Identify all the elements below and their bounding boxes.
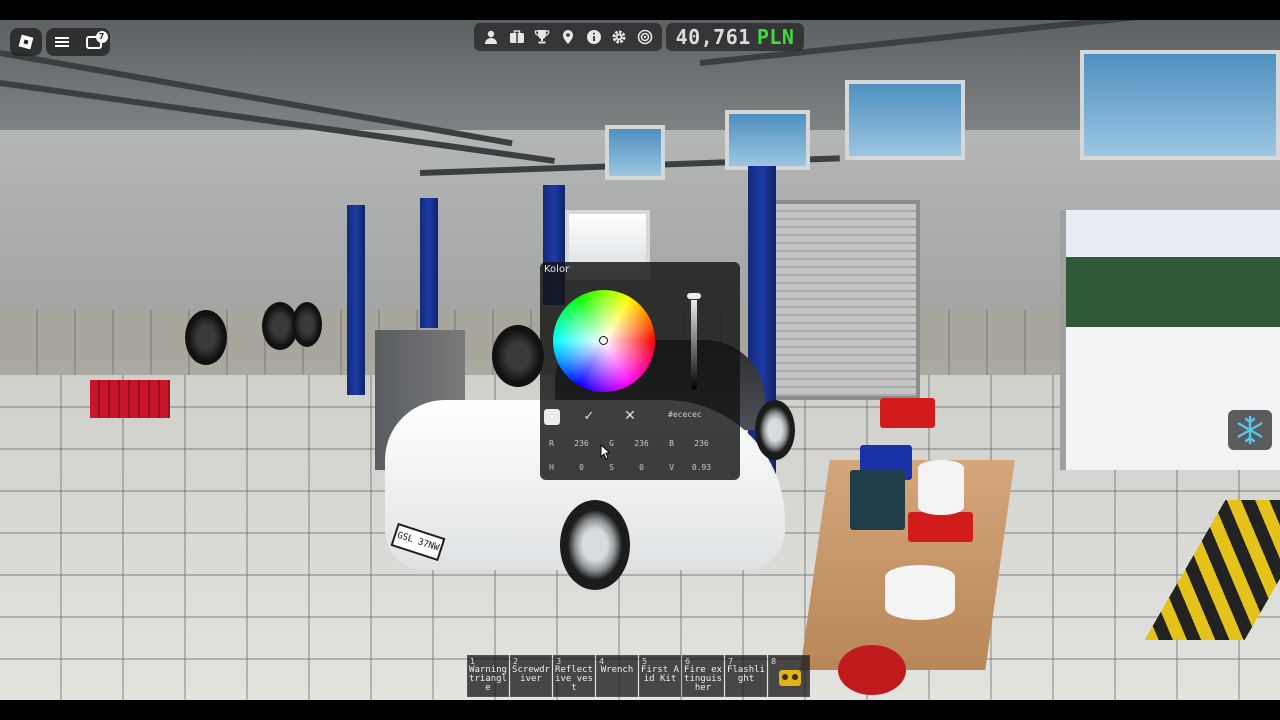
value-slider-knob[interactable]	[686, 292, 702, 300]
slot-label: Flashlight	[727, 665, 765, 684]
color-preview-swatch	[544, 409, 560, 425]
roblox-logo-button[interactable]	[10, 28, 42, 56]
b-label: B	[669, 438, 674, 448]
hotbar-slot-8[interactable]: 8	[768, 655, 810, 697]
hotbar: 1 Warning triangle 2 Screwdriver 3 Refle…	[467, 655, 810, 697]
color-picker-dialog: Kolor ✓ ✕ #ececec R 236 G 236 B 236 H 0 …	[540, 262, 740, 480]
rgb-row: R 236 G 236 B 236	[544, 434, 736, 452]
lift-post	[420, 198, 438, 328]
tire	[185, 310, 227, 365]
red-crate	[90, 380, 170, 418]
chat-icon[interactable]: 7	[85, 30, 108, 49]
top-letterbox	[0, 0, 1280, 20]
car-wheel	[755, 400, 795, 460]
hotbar-slot-1[interactable]: 1 Warning triangle	[467, 655, 509, 697]
window	[1080, 50, 1280, 160]
target-icon[interactable]	[635, 27, 655, 47]
menu-chat-group: 7	[46, 28, 110, 56]
slot-number: 8	[771, 657, 777, 666]
info-icon[interactable]	[584, 27, 604, 47]
window	[725, 110, 810, 170]
money-amount: 40,761	[675, 25, 751, 49]
close-icon: ✕	[624, 408, 636, 424]
r-label: R	[549, 438, 554, 448]
trophy-icon[interactable]	[532, 27, 552, 47]
v-input[interactable]: 0.93	[679, 463, 724, 472]
hotbar-slot-3[interactable]: 3 Reflective vest	[553, 655, 595, 697]
window	[605, 125, 665, 180]
red-bin	[908, 512, 973, 542]
settings-icon[interactable]	[609, 27, 629, 47]
tire	[292, 302, 322, 347]
slot-label: First Aid Kit	[641, 665, 679, 684]
money-display: 40,761 PLN	[666, 23, 804, 51]
mouse-cursor-icon	[600, 444, 610, 460]
hex-input[interactable]: #ececec	[668, 410, 732, 424]
person-icon[interactable]	[481, 27, 501, 47]
lift-post	[347, 205, 365, 395]
hamburger-menu-icon[interactable]	[54, 37, 69, 47]
car-wheel	[560, 500, 630, 590]
location-pin-icon[interactable]	[558, 27, 578, 47]
money-currency: PLN	[756, 25, 795, 49]
red-bin	[880, 398, 935, 428]
v-label: V	[669, 462, 674, 472]
hotbar-slot-6[interactable]: 6 Fire extinguisher	[682, 655, 724, 697]
paper-roll	[918, 460, 964, 515]
hud-icon-bar	[474, 23, 662, 51]
hotbar-slot-4[interactable]: 4 Wrench	[596, 655, 638, 697]
snowflake-icon	[1237, 415, 1263, 445]
slot-label: Wrench	[600, 665, 634, 675]
b-input[interactable]: 236	[679, 439, 724, 448]
hotbar-slot-5[interactable]: 5 First Aid Kit	[639, 655, 681, 697]
cancel-button[interactable]: ✕	[621, 407, 639, 425]
h-input[interactable]: 0	[559, 463, 604, 472]
toolbox	[850, 470, 905, 530]
s-input[interactable]: 0	[619, 463, 664, 472]
bottom-letterbox	[0, 700, 1280, 720]
snow-toggle-button[interactable]	[1228, 410, 1272, 450]
g-input[interactable]: 236	[619, 439, 664, 448]
briefcase-icon[interactable]	[507, 27, 527, 47]
paper-roll	[885, 565, 955, 620]
chat-badge: 7	[95, 30, 108, 43]
color-wheel-cursor[interactable]	[599, 336, 608, 345]
hotbar-slot-2[interactable]: 2 Screwdriver	[510, 655, 552, 697]
s-label: S	[609, 462, 614, 472]
hsv-row: H 0 S 0 V 0.93	[544, 458, 736, 476]
roblox-logo-icon	[18, 34, 34, 50]
slot-label: Fire extinguisher	[684, 665, 722, 693]
window	[845, 80, 965, 160]
checkmark-icon: ✓	[583, 408, 595, 424]
slot-label: Warning triangle	[469, 665, 507, 693]
color-picker-title: Kolor	[544, 264, 570, 275]
slot-label: Screwdriver	[512, 665, 550, 684]
confirm-button[interactable]: ✓	[580, 407, 598, 425]
boombox-icon	[779, 670, 801, 686]
hotbar-slot-7[interactable]: 7 Flashlight	[725, 655, 767, 697]
h-label: H	[549, 462, 554, 472]
air-hose-reel	[838, 645, 906, 695]
value-slider[interactable]	[691, 292, 697, 390]
slot-label: Reflective vest	[555, 665, 593, 693]
r-input[interactable]: 236	[559, 439, 604, 448]
